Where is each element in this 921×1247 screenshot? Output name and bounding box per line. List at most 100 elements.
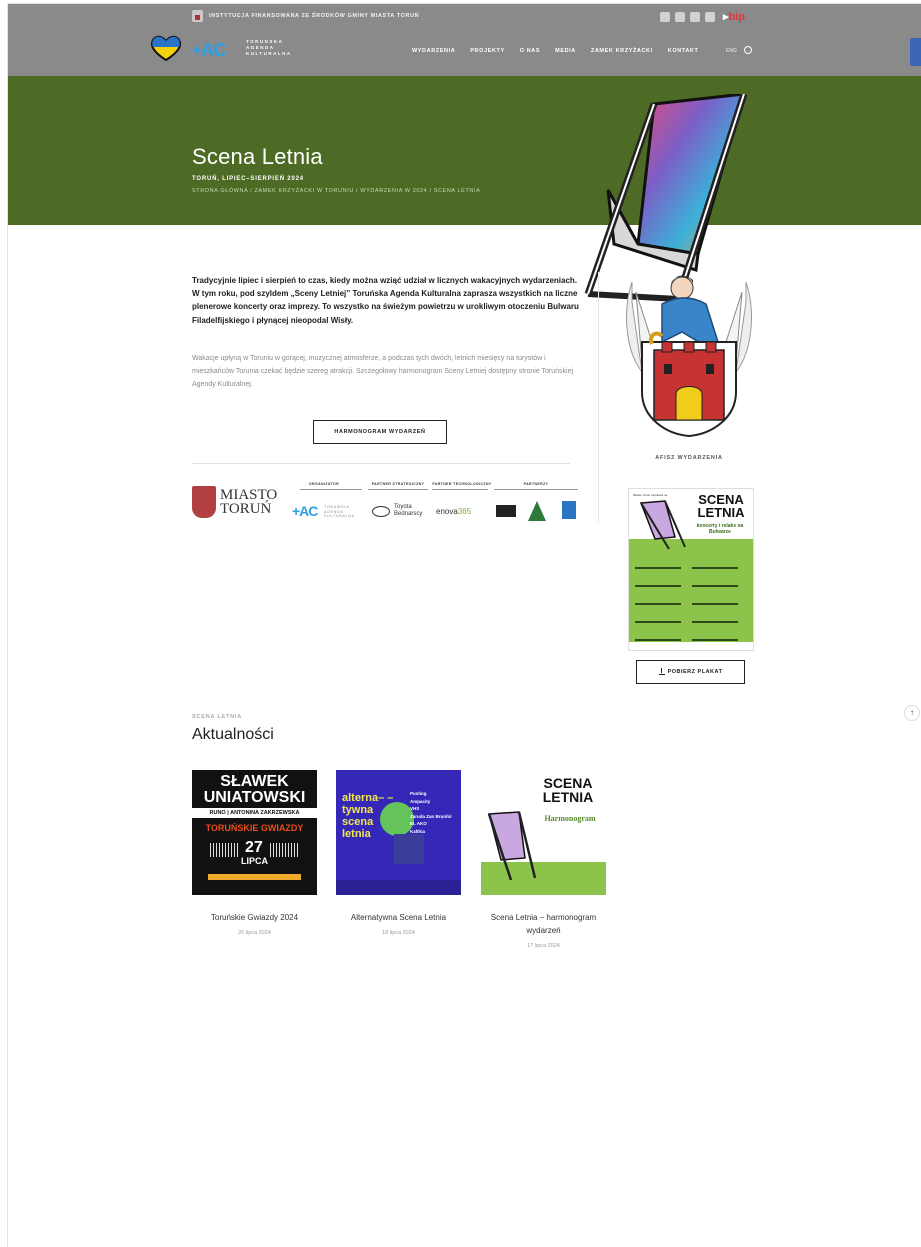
news-card-title[interactable]: Toruńskie Gwiazdy 2024 [192,911,317,924]
sponsor-rule [300,489,362,490]
enova-word: enova [436,507,458,516]
news-card-image[interactable]: alterna– –tywna scena letnia Pusting Amp… [336,770,461,895]
speaker-box [394,834,424,864]
news-heading: Aktualności [192,726,274,743]
page-subtitle: TORUŃ, LIPIEC–SIERPIEŃ 2024 [192,176,304,182]
card1-line: UNIATOWSKI [203,789,306,806]
youtube-icon[interactable] [705,11,715,22]
intro-body: Wakacje upłyną w Toruniu w gorącej, muzy… [192,355,574,388]
sponsor-label-strategic: PARTNER STRATEGICZNY [371,482,425,486]
lineup-item: VHS [410,806,420,811]
torun-coat-icon [192,486,216,518]
partner-logo-dark[interactable] [496,505,516,517]
divider [192,463,570,464]
news-card-image[interactable]: SŁAWEK UNIATOWSKI RUNO | ANTONINA ZAKRZE… [192,770,317,895]
nav-item-media[interactable]: MEDIA [555,48,576,54]
tak-sponsor-logo[interactable]: +AC [292,503,318,519]
facebook-icon[interactable] [660,11,670,22]
poster-schedule-rows [635,561,749,650]
breadcrumb[interactable]: STRONA GŁÓWNA / ZAMEK KRZYŻACKI W TORUNI… [192,188,480,194]
lineup-item: Kalthia [410,828,426,834]
search-icon[interactable] [744,46,752,54]
instagram-icon[interactable] [675,11,685,22]
social-links: ▸bip [660,10,745,23]
partner-logo-blue[interactable] [562,501,576,519]
news-card-date: 26 lipca 2024 [238,930,271,936]
news-kicker: SCENA LETNIA [192,714,243,720]
card3-title: SCENA LETNIA [542,775,594,805]
intro-lead: Tradycyjnie lipiec i sierpień to czas, k… [192,276,579,325]
nav-item-projekty[interactable]: PROJEKTY [470,48,504,54]
torun-crest-icon [192,10,203,22]
card3-chair-icon [487,811,537,881]
event-poster[interactable]: Miasto Toruń zaprasza na SCENA LETNIA ko… [628,488,754,651]
bip-label: bip [728,11,746,23]
news-card[interactable]: SŁAWEK UNIATOWSKI RUNO | ANTONINA ZAKRZE… [192,770,317,936]
card1-day: 27 [245,839,263,856]
download-poster-button[interactable]: POBIERZ PLAKAT [636,660,745,684]
ukraine-heart-icon[interactable] [149,34,183,62]
schedule-button[interactable]: HARMONOGRAM WYDARZEŃ [313,420,447,444]
poster-subtitle: koncerty i relaks na Bulwarze [696,523,744,535]
sponsor-rule [432,489,488,490]
funding-text: INSTYTUCJA FINANSOWANA ZE ŚRODKÓW GMINY … [209,13,420,19]
bip-link[interactable]: ▸bip [723,10,745,23]
tak-logo[interactable]: +AC [192,40,227,61]
news-card-title[interactable]: Scena Letnia – harmonogram wydarzeń [481,911,606,937]
nav-item-wydarzenia[interactable]: WYDARZENIA [412,48,455,54]
column-divider [598,272,599,522]
tree-logo-icon[interactable] [528,501,546,521]
card1-series: TORUŃSKIE GWIAZDY [205,823,304,833]
nav-item-zamek[interactable]: ZAMEK KRZYŻACKI [591,48,653,54]
tak-logo-words: TORUŃSKA AGENDA KULTURALNA [246,39,292,57]
site-header: INSTYTUCJA FINANSOWANA ZE ŚRODKÓW GMINY … [8,4,921,76]
page-hero: Scena Letnia TORUŃ, LIPIEC–SIERPIEŃ 2024… [8,76,921,302]
download-icon [658,668,665,675]
top-info-bar: INSTYTUCJA FINANSOWANA ZE ŚRODKÓW GMINY … [8,4,921,26]
poster-chair-icon [639,500,686,550]
toyota-logo-text: Toyota Bednarscy [394,504,423,517]
nav-item-o-nas[interactable]: O NAS [520,48,540,54]
side-accessibility-tab[interactable] [910,38,921,66]
poster-title: SCENA LETNIA [697,492,745,520]
news-card-date: 17 lipca 2024 [527,943,560,949]
sponsor-rule [494,489,578,490]
sponsor-label-organizer: ORGANIZATOR [308,482,340,486]
toyota-icon[interactable] [372,506,390,517]
scroll-top-button[interactable]: ↑ [904,705,920,721]
logo-word: KULTURALNA [246,51,292,56]
miasto-word: MIASTO [220,487,278,503]
card1-month: LIPCA [241,856,268,866]
miasto-torun-text: MIASTO TORUŃ [220,487,278,517]
main-nav: WYDARZENIA PROJEKTY O NAS MEDIA ZAMEK KR… [412,48,698,54]
lineup-item: Zaruda Zan Brunfol [410,813,452,819]
poster-footer-logos [629,642,753,650]
download-label: POBIERZ PLAKAT [667,669,723,675]
sponsor-label-tech: PARTNER TECHNOLOGICZNY [432,482,492,486]
card2-lineup: Pusting Ampacity VHS Zaruda Zan Brunfol … [410,790,456,835]
news-card-title[interactable]: Alternatywna Scena Letnia [336,911,461,924]
sound-wave-icon [270,843,300,857]
card1-names: RUNO | ANTONINA ZAKRZEWSKA [192,808,317,818]
card1-line: SŁAWEK [220,773,289,790]
news-card-date: 18 lipca 2024 [382,930,415,936]
sponsor-word: KULTURALNA [324,514,355,518]
lineup-item: Pusting [410,791,427,796]
news-card-image[interactable]: SCENA LETNIA Harmonogram [481,770,606,895]
enova-number: 365 [457,507,472,516]
language-switch[interactable]: ENG [726,48,737,54]
card1-strip [208,874,301,880]
lineup-item: EL AKO [410,821,427,826]
poster-heading: AFISZ WYDARZENIA [655,455,723,461]
nav-item-kontakt[interactable]: KONTAKT [668,48,699,54]
linkedin-icon[interactable] [690,11,700,22]
enova-logo[interactable]: enova365 [436,507,471,516]
news-card[interactable]: alterna– –tywna scena letnia Pusting Amp… [336,770,461,936]
sponsor-rule [368,489,428,490]
sponsors-strip: MIASTO TORUŃ ORGANIZATOR PARTNER STRATEG… [192,478,580,528]
news-card[interactable]: SCENA LETNIA Harmonogram Scena Letnia – … [481,770,606,949]
miasto-torun-logo[interactable]: MIASTO TORUŃ [192,486,277,518]
sound-wave-icon [210,843,240,857]
card1-headline: SŁAWEK UNIATOWSKI [192,774,317,806]
page-title: Scena Letnia [192,144,323,169]
